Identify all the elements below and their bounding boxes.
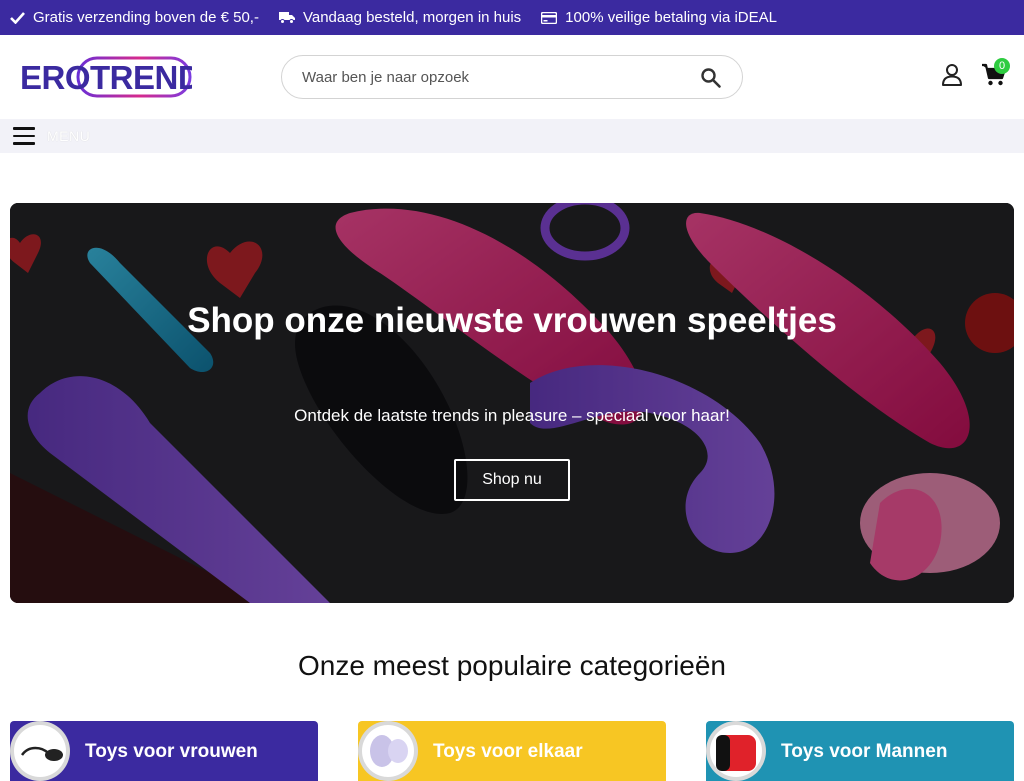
category-image xyxy=(10,721,70,781)
usp-item: Vandaag besteld, morgen in huis xyxy=(278,9,522,26)
search-icon[interactable] xyxy=(700,67,722,89)
category-card-mannen[interactable]: Toys voor Mannen xyxy=(706,721,1014,781)
hero-title: Shop onze nieuwste vrouwen speeltjes xyxy=(187,301,837,340)
category-label: Toys voor vrouwen xyxy=(85,741,258,762)
usp-item: 100% veilige betaling via iDEAL xyxy=(541,9,777,26)
truck-icon xyxy=(278,12,295,24)
menu-bar: MENU xyxy=(0,119,1024,153)
category-image xyxy=(358,721,418,781)
categories-title: Onze meest populaire categorieën xyxy=(297,650,727,681)
usp-text: Vandaag besteld, morgen in huis xyxy=(302,9,522,26)
hero-overlay xyxy=(10,203,1014,603)
search-input[interactable] xyxy=(302,68,682,86)
usp-text: 100% veilige betaling via iDEAL xyxy=(565,9,777,26)
category-label: Toys voor elkaar xyxy=(433,741,583,762)
hero-subtitle: Ontdek de laatste trends in pleasure – s… xyxy=(294,406,730,425)
hamburger-menu-icon[interactable] xyxy=(13,127,35,145)
cart-count-badge: 0 xyxy=(994,58,1010,74)
site-logo[interactable]: EROTREND xyxy=(18,55,202,99)
search-bar xyxy=(281,55,743,99)
usp-text: Gratis verzending boven de € 50,- xyxy=(33,9,259,26)
category-card-vrouwen[interactable]: Toys voor vrouwen xyxy=(10,721,318,781)
user-icon[interactable] xyxy=(940,63,964,87)
site-header: EROTREND 0 xyxy=(0,35,1024,119)
menu-label[interactable]: MENU xyxy=(47,128,90,144)
usp-bar: Gratis verzending boven de € 50,- Vandaa… xyxy=(0,0,1024,35)
credit-card-icon xyxy=(541,11,558,24)
category-label: Toys voor Mannen xyxy=(781,741,948,762)
category-image xyxy=(706,721,766,781)
usp-item: Gratis verzending boven de € 50,- xyxy=(10,9,259,26)
shop-now-button[interactable]: Shop nu xyxy=(454,459,570,501)
hero-banner[interactable]: Shop onze nieuwste vrouwen speeltjes Ont… xyxy=(10,203,1014,603)
category-card-elkaar[interactable]: Toys voor elkaar xyxy=(358,721,666,781)
check-icon xyxy=(10,12,25,24)
svg-text:EROTREND: EROTREND xyxy=(20,59,192,96)
